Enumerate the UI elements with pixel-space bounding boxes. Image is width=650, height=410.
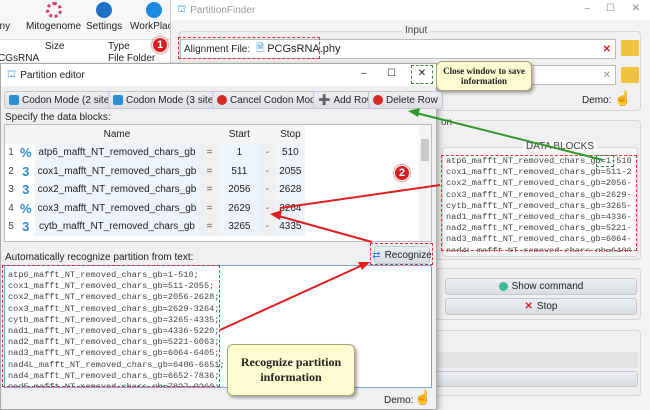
- red-arrow: [219, 263, 366, 331]
- green-arrowhead: [408, 108, 420, 117]
- step-2-badge: 2: [394, 165, 410, 181]
- red-arrow: [274, 214, 373, 243]
- step-1-badge: 1: [152, 37, 168, 53]
- recognize-callout: Recognize partition information: [227, 344, 355, 396]
- close-callout: Close window to save information: [436, 61, 532, 91]
- red-arrowhead: [270, 210, 282, 220]
- red-arrow: [279, 184, 441, 209]
- green-arrow: [411, 111, 604, 161]
